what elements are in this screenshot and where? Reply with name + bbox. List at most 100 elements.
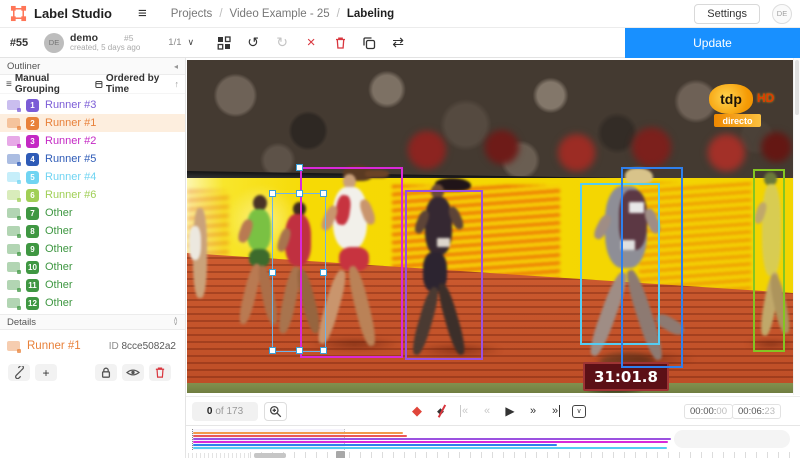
timeline-track-runner-5[interactable] bbox=[193, 444, 557, 446]
bbox-runner-1-selected[interactable] bbox=[272, 193, 326, 352]
remove-keypoint-icon[interactable]: ◆ bbox=[433, 403, 448, 419]
duplicate-annotation-icon[interactable] bbox=[361, 35, 377, 51]
playback-bar: 0 of 173 ◆ ◆ « « ▶ » » ∨ 00:00:00 00:06:… bbox=[186, 396, 800, 425]
region-row-runner-5[interactable]: 4 Runner #5 bbox=[0, 150, 185, 168]
region-row-other-7[interactable]: 7 Other bbox=[0, 204, 185, 222]
region-row-other-12[interactable]: 12 Other bbox=[0, 294, 185, 312]
bbox-runner-6[interactable] bbox=[753, 169, 785, 352]
region-label: Other bbox=[45, 297, 73, 309]
region-row-runner-6[interactable]: 6 Runner #6 bbox=[0, 186, 185, 204]
undo-icon[interactable]: ↺ bbox=[245, 35, 261, 51]
bbox-runner-3[interactable] bbox=[405, 190, 483, 360]
resize-handle[interactable] bbox=[269, 347, 276, 354]
current-time: 00:00:00 bbox=[684, 404, 733, 419]
timeline[interactable] bbox=[186, 425, 800, 458]
resize-handle[interactable] bbox=[269, 190, 276, 197]
region-row-other-11[interactable]: 11 Other bbox=[0, 276, 185, 294]
redo-icon[interactable]: ↻ bbox=[274, 35, 290, 51]
region-type-icon bbox=[7, 100, 20, 110]
region-row-runner-4[interactable]: 5 Runner #4 bbox=[0, 168, 185, 186]
region-row-runner-3[interactable]: 1 Runner #3 bbox=[0, 96, 185, 114]
resize-handle[interactable] bbox=[320, 347, 327, 354]
sort-direction-icon[interactable]: ↑ bbox=[175, 79, 180, 89]
lock-region-button[interactable] bbox=[95, 364, 117, 381]
details-header[interactable]: Details ∧∨ bbox=[0, 314, 185, 330]
settings-button[interactable]: Settings bbox=[694, 4, 760, 24]
skip-to-end-button[interactable]: » bbox=[549, 403, 563, 419]
delete-annotation-icon[interactable] bbox=[332, 35, 348, 51]
region-index-badge: 11 bbox=[26, 279, 39, 292]
resize-handle[interactable] bbox=[320, 190, 327, 197]
rotate-handle[interactable] bbox=[296, 164, 303, 171]
region-type-icon bbox=[7, 208, 20, 218]
region-label: Runner #3 bbox=[45, 99, 96, 111]
timeline-track-runner-1[interactable] bbox=[193, 432, 403, 434]
hamburger-menu-icon[interactable]: ≡ bbox=[138, 5, 147, 22]
runner-figure bbox=[189, 208, 215, 308]
ordered-by-time-icon bbox=[95, 80, 103, 89]
region-type-icon bbox=[7, 226, 20, 236]
region-label: Other bbox=[45, 225, 73, 237]
delete-region-button[interactable] bbox=[149, 364, 171, 381]
region-label: Other bbox=[45, 243, 73, 255]
reset-annotation-icon[interactable]: × bbox=[303, 35, 319, 51]
breadcrumb-project-name[interactable]: Video Example - 25 bbox=[230, 8, 330, 20]
collapse-panel-icon[interactable]: ◂ bbox=[174, 62, 178, 71]
breadcrumb: Projects / Video Example - 25 / Labeling bbox=[171, 8, 394, 20]
timeline-track-runner-4[interactable] bbox=[193, 447, 667, 449]
annotation-dropdown-chevron-icon[interactable]: ∨ bbox=[188, 37, 195, 48]
region-index-badge: 4 bbox=[26, 153, 39, 166]
resize-handle[interactable] bbox=[296, 347, 303, 354]
update-button[interactable]: Update bbox=[625, 28, 800, 58]
region-row-other-10[interactable]: 10 Other bbox=[0, 258, 185, 276]
resize-handle[interactable] bbox=[296, 190, 303, 197]
timeline-track-other[interactable] bbox=[193, 435, 407, 437]
add-relation-button[interactable]: + bbox=[35, 364, 57, 381]
hide-region-button[interactable] bbox=[122, 364, 144, 381]
breadcrumb-projects[interactable]: Projects bbox=[171, 8, 213, 20]
magnifier-icon bbox=[269, 405, 282, 418]
vertical-scrollbar[interactable] bbox=[793, 58, 800, 395]
keypoint-toggle-icon[interactable]: ◆ bbox=[410, 403, 424, 419]
region-row-other-9[interactable]: 9 Other bbox=[0, 240, 185, 258]
region-row-other-8[interactable]: 8 Other bbox=[0, 222, 185, 240]
selected-region-summary: Runner #1 ID 8cce5082a2 bbox=[0, 330, 185, 352]
timeline-ruler[interactable] bbox=[250, 452, 792, 458]
link-region-button[interactable] bbox=[8, 364, 30, 381]
timeline-track-runner-2[interactable] bbox=[193, 441, 668, 443]
scrollbar-thumb[interactable] bbox=[795, 60, 799, 115]
skip-to-start-button[interactable]: « bbox=[457, 403, 471, 419]
region-type-icon bbox=[7, 280, 20, 290]
breadcrumb-separator: / bbox=[337, 8, 340, 20]
region-actions: + bbox=[0, 352, 185, 381]
swap-arrows-icon[interactable]: ⇄ bbox=[390, 35, 406, 51]
timeline-marker[interactable] bbox=[336, 451, 345, 458]
details-collapse-icon[interactable]: ∧∨ bbox=[173, 318, 178, 326]
trash-icon bbox=[154, 366, 166, 379]
view-all-regions-icon[interactable] bbox=[216, 35, 232, 51]
grouping-dropdown[interactable]: ≡Manual Grouping bbox=[6, 73, 85, 95]
region-label: Runner #4 bbox=[45, 171, 96, 183]
ordering-label: Ordered by Time bbox=[106, 73, 175, 95]
video-frame[interactable]: tdp HD directo 31:01.8 bbox=[187, 60, 793, 393]
region-row-runner-1-selected[interactable]: 2 Runner #1 bbox=[0, 114, 185, 132]
timeline-track-runner-3[interactable] bbox=[193, 438, 671, 440]
ordering-dropdown[interactable]: Ordered by Time bbox=[95, 73, 174, 95]
next-keyframe-button[interactable]: » bbox=[526, 403, 540, 419]
play-button[interactable]: ▶ bbox=[503, 403, 517, 419]
lock-icon bbox=[100, 366, 112, 379]
annotation-number: #5 bbox=[124, 33, 133, 43]
user-avatar[interactable]: DE bbox=[772, 4, 792, 24]
zoom-tool-button[interactable] bbox=[264, 402, 287, 421]
annotation-pager: 1/1 bbox=[168, 37, 181, 48]
resize-handle[interactable] bbox=[269, 269, 276, 276]
frame-options-button[interactable]: ∨ bbox=[572, 403, 586, 419]
annotation-info: DE demo#5 created, 5 days ago bbox=[38, 33, 140, 53]
resize-handle[interactable] bbox=[320, 269, 327, 276]
timeline-scroll-thumb[interactable] bbox=[254, 453, 286, 458]
previous-keyframe-button[interactable]: « bbox=[480, 403, 494, 419]
link-icon bbox=[13, 366, 26, 379]
breadcrumb-separator: / bbox=[219, 8, 222, 20]
bbox-runner-5[interactable] bbox=[621, 167, 683, 368]
region-row-runner-2[interactable]: 3 Runner #2 bbox=[0, 132, 185, 150]
